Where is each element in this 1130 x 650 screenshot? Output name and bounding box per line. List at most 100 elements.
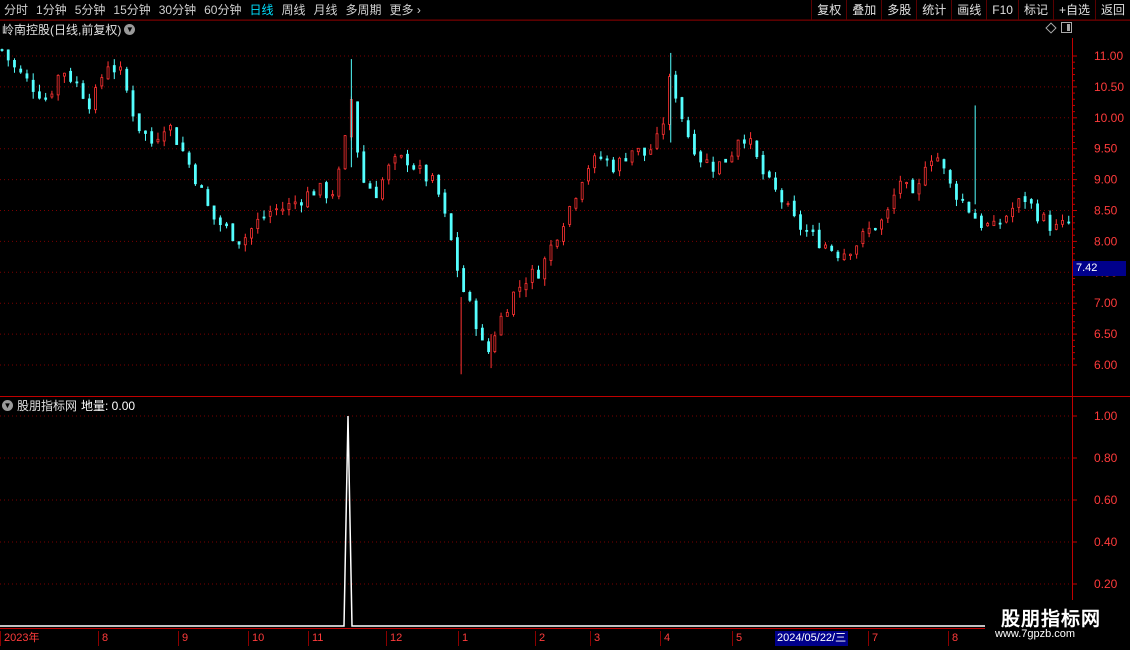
candle-down xyxy=(462,265,466,293)
date-label: 3 xyxy=(590,631,600,646)
candle-up xyxy=(786,201,790,207)
candle-body xyxy=(94,87,97,111)
candle-body xyxy=(87,98,91,110)
candle-body xyxy=(524,283,528,291)
price-tick-label: 6.00 xyxy=(1094,358,1118,372)
candle-body xyxy=(618,157,621,172)
candle-down xyxy=(873,227,877,231)
candle-body xyxy=(905,182,908,185)
candle-down xyxy=(1048,210,1052,236)
panel-toggle-icon[interactable] xyxy=(1061,22,1072,33)
watermark-url: www.7gpzb.com xyxy=(995,628,1076,640)
candle-down xyxy=(624,152,628,162)
candle-body xyxy=(62,72,66,77)
candle-down xyxy=(711,156,715,178)
candle-body xyxy=(599,156,603,159)
candle-up xyxy=(268,205,272,224)
candle-up xyxy=(574,197,578,211)
candle-body xyxy=(1048,214,1052,231)
candle-body xyxy=(724,158,728,163)
candle-body xyxy=(50,93,54,98)
price-tick-label: 9.00 xyxy=(1094,173,1118,187)
date-label: 4 xyxy=(660,631,670,646)
candle-body xyxy=(318,182,322,196)
candle-down xyxy=(942,158,946,175)
candle-body xyxy=(630,150,634,163)
candle-down xyxy=(443,189,447,218)
candle-body xyxy=(312,191,316,196)
candle-body xyxy=(549,244,553,261)
diamond-icon[interactable] xyxy=(1045,22,1057,34)
indicator-value: 地量: 0.00 xyxy=(81,398,136,413)
candle-down xyxy=(6,49,10,67)
candle-body xyxy=(605,158,609,161)
candle-body xyxy=(799,214,802,230)
candle-body xyxy=(137,113,141,132)
candle-body xyxy=(668,76,671,125)
chevron-down-icon[interactable]: ▼ xyxy=(2,399,13,411)
candle-down xyxy=(75,76,79,88)
candle-body xyxy=(81,83,85,99)
candle-body xyxy=(761,154,765,175)
watermark-title: 股朋指标网 xyxy=(1001,609,1102,630)
candle-down xyxy=(774,172,777,192)
candle-body xyxy=(998,222,1002,225)
candle-down xyxy=(131,85,135,122)
candle-body xyxy=(530,268,534,283)
candle-down xyxy=(31,73,35,99)
candle-down xyxy=(324,180,328,204)
candle-up xyxy=(381,177,384,201)
candle-body xyxy=(112,65,116,73)
candle-down xyxy=(137,113,141,134)
date-label: 7 xyxy=(868,631,878,646)
candle-up xyxy=(593,153,597,174)
candle-body xyxy=(231,223,235,242)
candle-body xyxy=(368,183,372,189)
candle-up xyxy=(250,227,253,245)
candle-body xyxy=(967,201,971,213)
candle-body xyxy=(293,201,297,205)
chevron-down-icon[interactable]: ▼ xyxy=(124,23,136,35)
candle-up xyxy=(543,256,547,286)
candle-down xyxy=(19,65,23,74)
date-label: 11 xyxy=(308,631,323,646)
candle-body xyxy=(792,200,796,217)
candle-body xyxy=(1011,207,1015,218)
candle-down xyxy=(817,222,821,249)
candle-up xyxy=(705,153,709,164)
chart-corner-icons xyxy=(1045,22,1072,34)
candle-body xyxy=(774,177,777,190)
candle-down xyxy=(973,208,977,219)
candle-up xyxy=(331,190,335,199)
candle-body xyxy=(144,130,147,134)
candle-body xyxy=(162,131,166,142)
cursor-date-label: 2024/05/22/三 xyxy=(775,631,849,646)
candle-body xyxy=(374,186,378,199)
candle-body xyxy=(780,190,784,203)
candle-up xyxy=(1004,214,1008,224)
price-axis: 11.0010.5010.009.509.008.508.007.507.006… xyxy=(0,20,1130,630)
candle-up xyxy=(1011,202,1015,223)
candle-body xyxy=(505,312,509,317)
candle-up xyxy=(886,207,890,224)
candle-up xyxy=(281,201,285,215)
candle-down xyxy=(175,127,179,145)
candle-body xyxy=(169,124,172,131)
candle-body xyxy=(1004,215,1008,223)
candle-body xyxy=(424,164,428,182)
candle-body xyxy=(480,327,484,341)
candle-up xyxy=(62,72,66,83)
candle-down xyxy=(742,134,746,149)
candle-body xyxy=(986,223,990,227)
candle-body xyxy=(175,127,179,145)
stock-chart[interactable]: 11.0010.5010.009.509.008.508.007.507.006… xyxy=(0,0,1130,650)
candle-up xyxy=(636,147,640,156)
candle-up xyxy=(749,132,752,150)
candle-down xyxy=(643,147,646,162)
candle-up xyxy=(499,312,503,336)
date-label: 8 xyxy=(948,631,958,646)
candle-up xyxy=(923,161,927,187)
indicator-lines xyxy=(0,415,1072,627)
candle-down xyxy=(368,180,372,189)
candle-body xyxy=(38,91,41,99)
